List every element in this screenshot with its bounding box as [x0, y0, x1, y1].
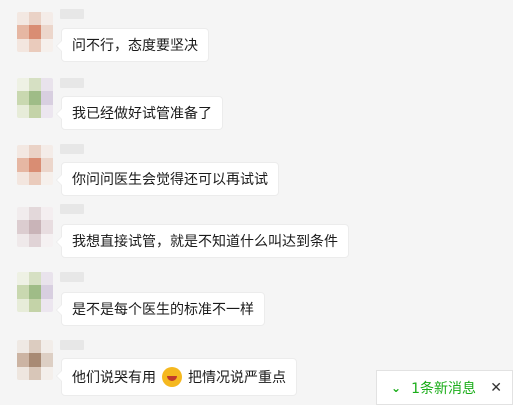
sender-name-blurred [60, 204, 84, 214]
message-bubble[interactable]: 问不行，态度要坚决 [56, 28, 209, 62]
message-text: 他们说哭有用 [72, 370, 156, 386]
sender-name-blurred [60, 272, 84, 282]
sender-name-blurred [60, 340, 84, 350]
sender-name-blurred [60, 144, 84, 154]
message-bubble[interactable]: 你问问医生会觉得还可以再试试 [56, 162, 279, 196]
avatar[interactable] [17, 272, 53, 312]
avatar[interactable] [17, 340, 53, 380]
chevron-down-icon: ⌄ [391, 380, 402, 395]
avatar[interactable] [17, 78, 53, 118]
sender-name-blurred [60, 78, 84, 88]
close-icon[interactable]: ✕ [490, 380, 502, 396]
message-bubble[interactable]: 我想直接试管，就是不知道什么叫达到条件 [56, 224, 349, 258]
new-message-label[interactable]: 1条新消息 [411, 378, 476, 398]
crying-emoji-icon [162, 366, 182, 387]
message-text: 把情况说严重点 [188, 370, 286, 386]
avatar[interactable] [17, 145, 53, 185]
message-bubble[interactable]: 他们说哭有用 把情况说严重点 [56, 358, 297, 396]
message-bubble[interactable]: 是不是每个医生的标准不一样 [56, 292, 265, 326]
avatar[interactable] [17, 207, 53, 247]
new-message-bar[interactable]: ⌄ 1条新消息 ✕ [376, 370, 513, 405]
avatar[interactable] [17, 12, 53, 52]
message-bubble[interactable]: 我已经做好试管准备了 [56, 96, 223, 130]
sender-name-blurred [60, 9, 84, 19]
